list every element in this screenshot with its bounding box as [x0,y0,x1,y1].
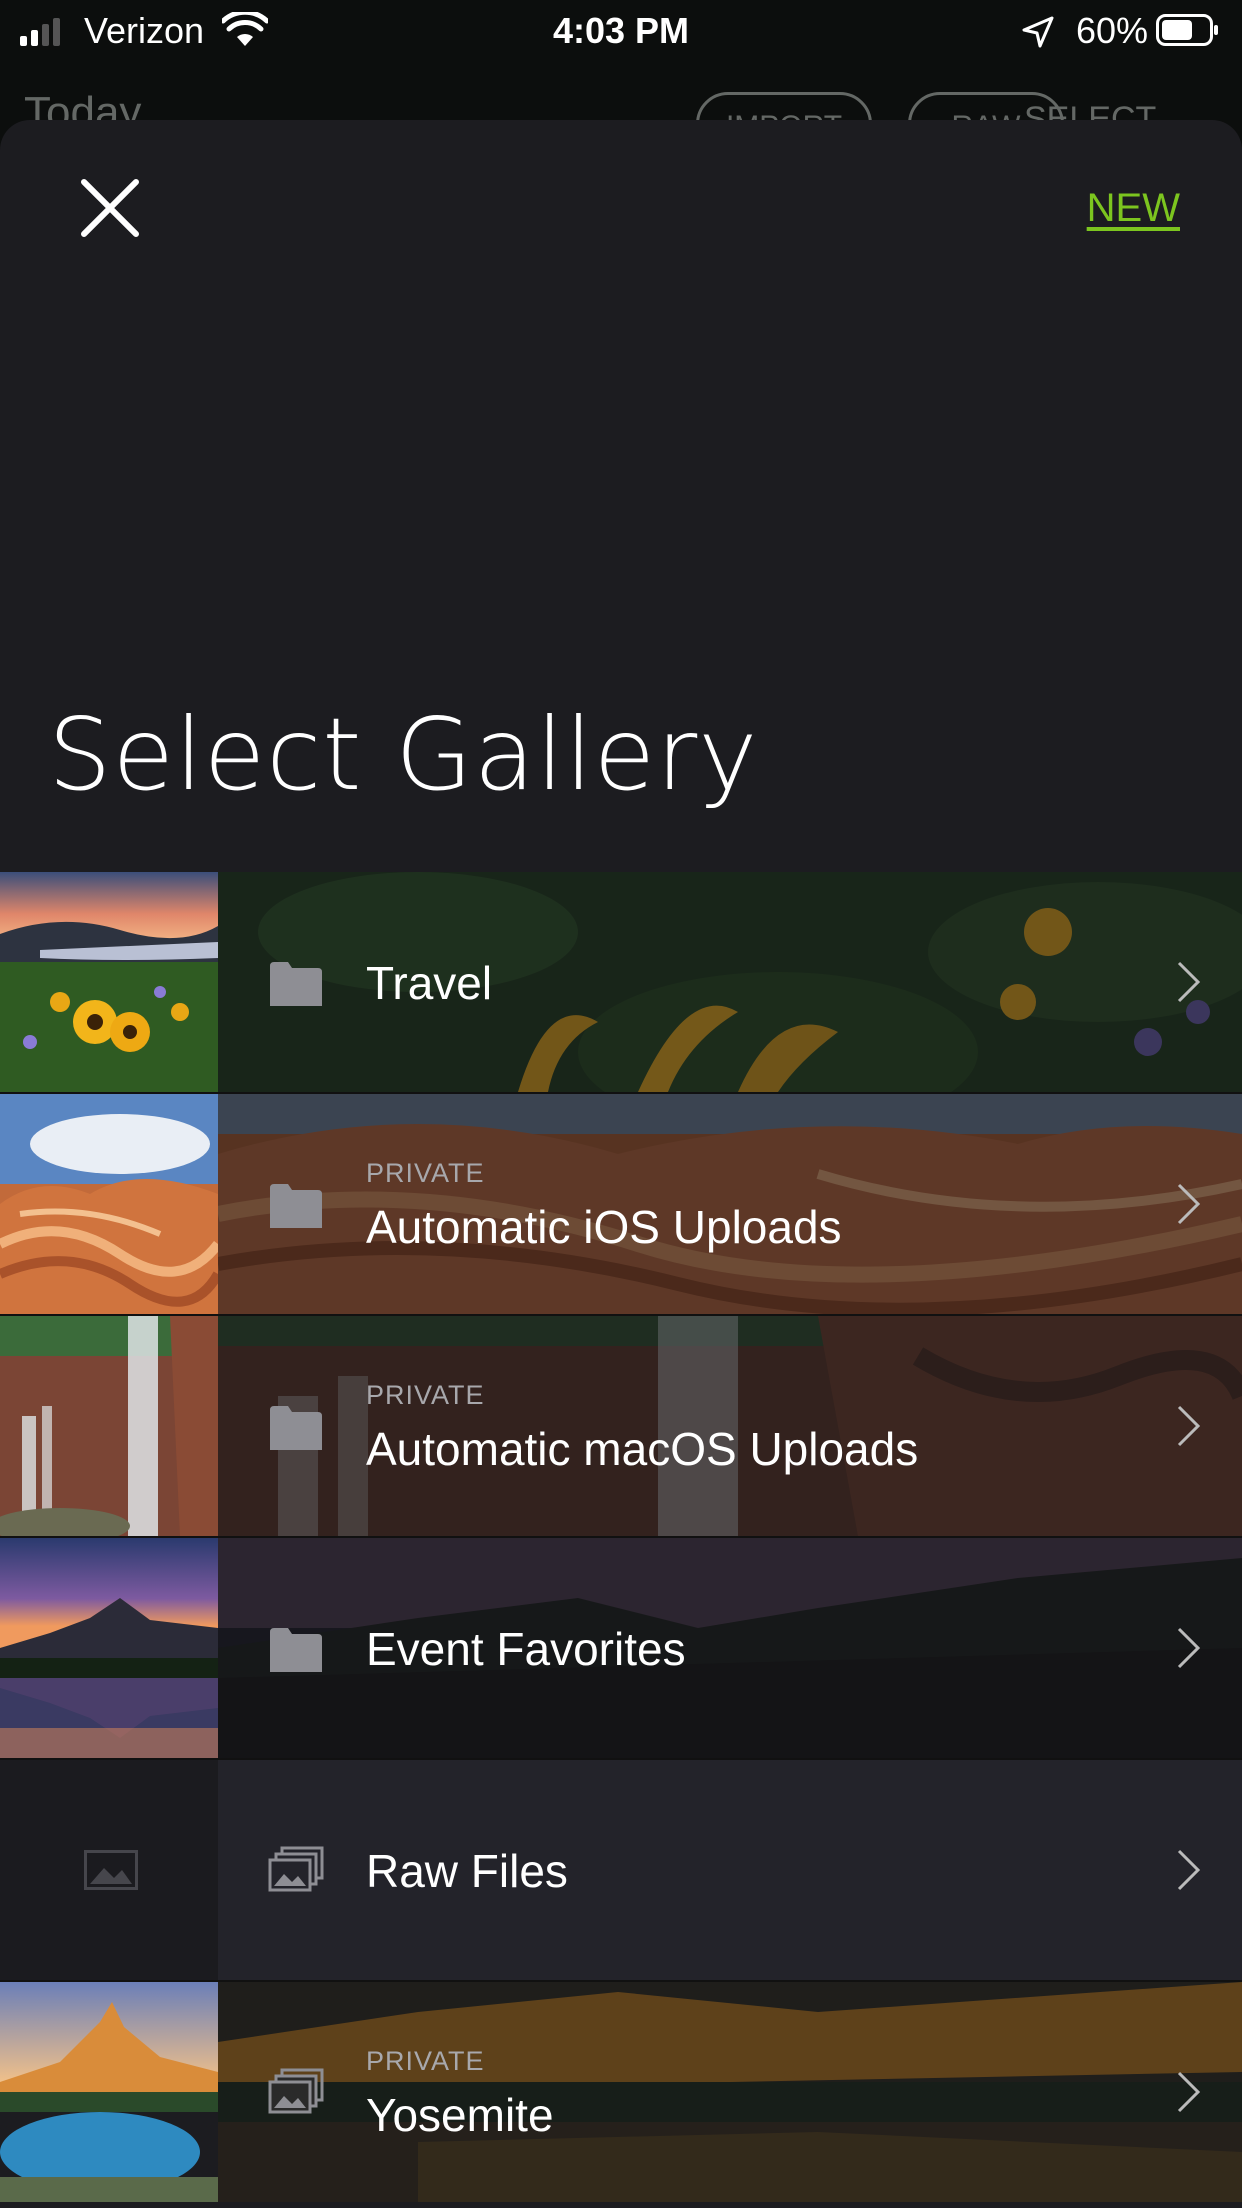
chevron-right-icon [1177,1183,1201,1225]
chevron-right-icon [1177,1849,1201,1891]
gallery-row-automatic-macos-uploads[interactable]: PRIVATE Automatic macOS Uploads [0,1316,1242,1538]
close-icon[interactable] [76,174,144,242]
stacked-photos-icon [268,2068,324,2114]
gallery-name: Travel [366,957,493,1009]
gallery-thumbnail [0,1316,218,1536]
chevron-right-icon [1177,961,1201,1003]
privacy-label: PRIVATE [366,1380,485,1410]
new-gallery-button[interactable]: NEW [1087,186,1180,231]
gallery-name: Yosemite [366,2089,554,2141]
stacked-photos-icon [268,1846,324,1892]
gallery-name: Raw Files [366,1845,568,1897]
image-placeholder-icon [84,1850,138,1890]
gallery-name: Event Favorites [366,1623,686,1675]
gallery-row-travel[interactable]: Travel [0,872,1242,1094]
gallery-name: Automatic iOS Uploads [366,1201,842,1253]
clock: 4:03 PM [552,10,690,51]
gallery-thumbnail [0,1538,218,1758]
chevron-right-icon [1177,1627,1201,1669]
folder-icon [270,1184,322,1228]
gallery-row-raw-files[interactable]: Raw Files [0,1760,1242,1982]
battery-icon [1156,14,1218,46]
gallery-row-automatic-ios-uploads[interactable]: PRIVATE Automatic iOS Uploads [0,1094,1242,1316]
gallery-row-yosemite[interactable]: PRIVATE Yosemite [0,1982,1242,2204]
gallery-list: Travel PRIVATE Automatic iOS Uploads PRI… [0,872,1242,2204]
gallery-thumbnail [0,872,218,1092]
chevron-right-icon [1177,1405,1201,1447]
gallery-thumbnail [0,1094,218,1314]
page-title: Select Gallery [48,696,759,813]
location-arrow-icon [1022,16,1054,48]
folder-icon [270,1628,322,1672]
status-bar: Verizon 4:03 PM 60% [0,0,1242,62]
battery-percent: 60% [1075,10,1148,51]
privacy-label: PRIVATE [366,2046,485,2076]
privacy-label: PRIVATE [366,1158,485,1188]
gallery-name: Automatic macOS Uploads [366,1423,919,1475]
gallery-row-event-favorites[interactable]: Event Favorites [0,1538,1242,1760]
folder-icon [270,962,322,1006]
folder-icon [270,1406,322,1450]
gallery-thumbnail [0,1982,218,2202]
chevron-right-icon [1177,2071,1201,2113]
select-gallery-sheet: NEW Select Gallery Travel PRIVATE Automa… [0,120,1242,2208]
gallery-thumbnail [0,1760,218,1980]
